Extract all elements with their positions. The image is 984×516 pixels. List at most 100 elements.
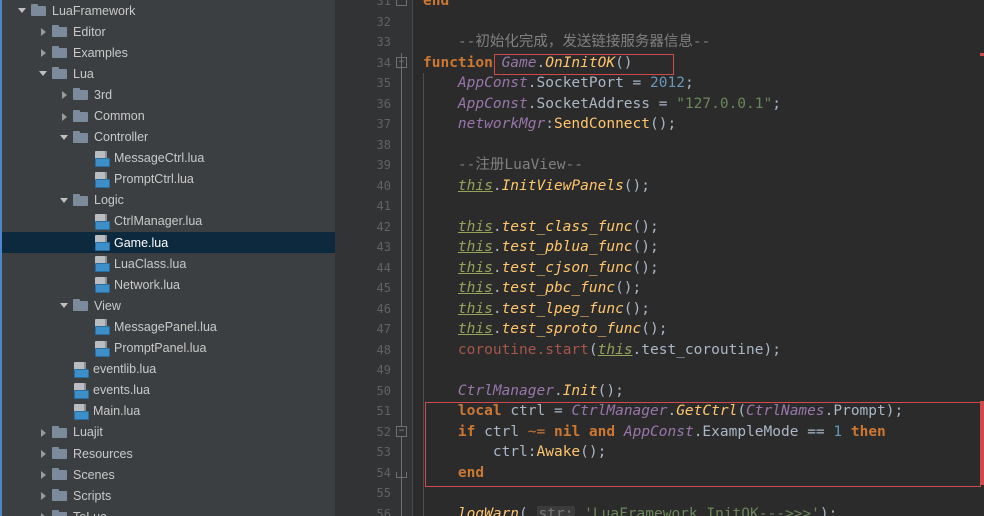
code-line-48[interactable]: coroutine.start(this.test_coroutine); bbox=[423, 340, 781, 361]
tree-item-editor[interactable]: Editor bbox=[0, 21, 335, 42]
chevron-down-icon[interactable] bbox=[17, 5, 28, 16]
tree-item-promptctrl-lua[interactable]: PromptCtrl.lua bbox=[0, 169, 335, 190]
chevron-right-icon[interactable] bbox=[59, 89, 70, 100]
editor-gutter[interactable]: 31 32 33 34 35 36 37 38 39 40 41 42 43 44 45 46 47 48 49 50… bbox=[335, 0, 413, 516]
window-accent-strip bbox=[0, 0, 2, 516]
chevron-right-icon[interactable] bbox=[38, 448, 49, 459]
chevron-right-icon[interactable] bbox=[38, 26, 49, 37]
fold-collapse-marker[interactable]: − bbox=[396, 425, 407, 437]
code-line-35[interactable]: AppConst.SocketPort = 2012; bbox=[423, 73, 694, 94]
tree-item-events-lua[interactable]: events.lua bbox=[0, 380, 335, 401]
chevron-right-icon[interactable] bbox=[38, 427, 49, 438]
tree-item-label: events.lua bbox=[93, 383, 150, 398]
lua-file-icon bbox=[94, 319, 110, 336]
tree-item-label: Logic bbox=[94, 193, 124, 208]
tree-item-3rd[interactable]: 3rd bbox=[0, 84, 335, 105]
code-line-53[interactable]: ctrl:Awake(); bbox=[423, 442, 607, 463]
fold-end-marker[interactable] bbox=[396, 471, 407, 478]
tree-item-examples[interactable]: Examples bbox=[0, 42, 335, 63]
folder-icon bbox=[52, 67, 68, 80]
tree-item-controller[interactable]: Controller bbox=[0, 127, 335, 148]
chevron-right-icon[interactable] bbox=[38, 511, 49, 516]
tree-item-luajit[interactable]: Luajit bbox=[0, 422, 335, 443]
line-number: 47 bbox=[376, 322, 391, 336]
tree-item-messagectrl-lua[interactable]: MessageCtrl.lua bbox=[0, 148, 335, 169]
scrollbar-error-marker[interactable] bbox=[980, 52, 984, 56]
tree-item-scenes[interactable]: Scenes bbox=[0, 464, 335, 485]
code-line-56[interactable]: logWarn( str: 'LuaFramework InitOK--->>>… bbox=[423, 504, 837, 516]
scrollbar-error-marker[interactable] bbox=[980, 401, 984, 485]
fold-arm bbox=[401, 52, 402, 516]
code-line-42[interactable]: this.test_class_func(); bbox=[423, 217, 659, 238]
code-line-51[interactable]: local ctrl = CtrlManager.GetCtrl(CtrlNam… bbox=[423, 401, 903, 422]
tree-item-promptpanel-lua[interactable]: PromptPanel.lua bbox=[0, 338, 335, 359]
code-line-34[interactable]: function Game.OnInitOK() bbox=[423, 53, 633, 74]
code-line-33[interactable]: --初始化完成，发送链接服务器信息-- bbox=[423, 32, 710, 53]
line-number: 50 bbox=[376, 383, 391, 398]
folder-icon bbox=[31, 4, 47, 17]
code-line-44[interactable]: this.test_cjson_func(); bbox=[423, 258, 659, 279]
tree-item-label: Lua bbox=[73, 66, 94, 81]
tree-item-eventlib-lua[interactable]: eventlib.lua bbox=[0, 359, 335, 380]
line-number: 37 bbox=[376, 117, 391, 131]
tree-item-tolua[interactable]: ToLua bbox=[0, 506, 335, 516]
tree-item-label: Game.lua bbox=[114, 235, 169, 250]
code-line-50[interactable]: CtrlManager.Init(); bbox=[423, 381, 624, 402]
lua-file-icon bbox=[94, 277, 110, 294]
code-line-40[interactable]: this.InitViewPanels(); bbox=[423, 176, 650, 197]
code-line-31[interactable]: end bbox=[423, 0, 449, 12]
tree-item-messagepanel-lua[interactable]: MessagePanel.lua bbox=[0, 316, 335, 337]
line-number: 31 bbox=[376, 0, 391, 8]
code-line-52[interactable]: if ctrl ~= nil and AppConst.ExampleMode … bbox=[423, 422, 886, 443]
twisty-spacer-icon bbox=[59, 385, 70, 396]
lua-file-icon bbox=[94, 340, 110, 357]
code-line-45[interactable]: this.test_pbc_func(); bbox=[423, 278, 641, 299]
tree-item-scripts[interactable]: Scripts bbox=[0, 485, 335, 506]
line-number: 43 bbox=[376, 240, 391, 254]
tree-item-label: Resources bbox=[73, 446, 133, 461]
chevron-right-icon[interactable] bbox=[59, 111, 70, 122]
line-number: 34 bbox=[376, 55, 391, 70]
tree-item-label: Main.lua bbox=[93, 404, 141, 419]
line-number: 46 bbox=[376, 301, 391, 316]
line-number: 48 bbox=[376, 342, 391, 357]
code-line-46[interactable]: this.test_lpeg_func(); bbox=[423, 299, 650, 320]
code-line-47[interactable]: this.test_sproto_func(); bbox=[423, 319, 668, 340]
tree-item-common[interactable]: Common bbox=[0, 105, 335, 126]
fold-end-marker[interactable] bbox=[396, 0, 407, 6]
tree-item-lua[interactable]: Lua bbox=[0, 63, 335, 84]
code-line-54[interactable]: end bbox=[423, 463, 484, 484]
lua-file-icon bbox=[94, 150, 110, 167]
code-editor-panel[interactable]: 31 32 33 34 35 36 37 38 39 40 41 42 43 44 45 46 47 48 49 50… bbox=[335, 0, 984, 516]
chevron-down-icon[interactable] bbox=[59, 195, 70, 206]
chevron-down-icon[interactable] bbox=[59, 132, 70, 143]
folder-icon bbox=[52, 425, 68, 439]
tree-item-main-lua[interactable]: Main.lua bbox=[0, 401, 335, 422]
tree-item-luaframework[interactable]: LuaFramework bbox=[0, 0, 335, 21]
tree-item-logic[interactable]: Logic bbox=[0, 190, 335, 211]
tree-item-game-lua[interactable]: Game.lua bbox=[0, 232, 335, 254]
lua-file-icon bbox=[73, 403, 89, 420]
tree-item-view[interactable]: View bbox=[0, 295, 335, 316]
code-line-37[interactable]: networkMgr:SendConnect(); bbox=[423, 114, 676, 135]
chevron-down-icon[interactable] bbox=[38, 68, 49, 79]
code-line-39[interactable]: --注册LuaView-- bbox=[423, 155, 583, 176]
twisty-spacer-icon bbox=[59, 406, 70, 417]
folder-icon bbox=[73, 109, 89, 123]
line-number: 41 bbox=[376, 199, 391, 213]
tree-item-network-lua[interactable]: Network.lua bbox=[0, 274, 335, 295]
project-tree-panel[interactable]: LuaFramework Editor Examples Lua 3rd Common Co… bbox=[0, 0, 335, 516]
chevron-right-icon[interactable] bbox=[38, 47, 49, 58]
code-line-43[interactable]: this.test_pblua_func(); bbox=[423, 237, 659, 258]
twisty-spacer-icon bbox=[80, 153, 91, 164]
code-line-36[interactable]: AppConst.SocketAddress = "127.0.0.1"; bbox=[423, 94, 781, 115]
tree-item-ctrlmanager-lua[interactable]: CtrlManager.lua bbox=[0, 211, 335, 232]
chevron-right-icon[interactable] bbox=[38, 490, 49, 501]
line-number: 56 bbox=[376, 506, 391, 516]
line-number: 45 bbox=[376, 281, 391, 295]
chevron-down-icon[interactable] bbox=[59, 300, 70, 311]
tree-item-luaclass-lua[interactable]: LuaClass.lua bbox=[0, 253, 335, 274]
lua-file-icon bbox=[73, 361, 89, 378]
tree-item-resources[interactable]: Resources bbox=[0, 443, 335, 464]
chevron-right-icon[interactable] bbox=[38, 469, 49, 480]
